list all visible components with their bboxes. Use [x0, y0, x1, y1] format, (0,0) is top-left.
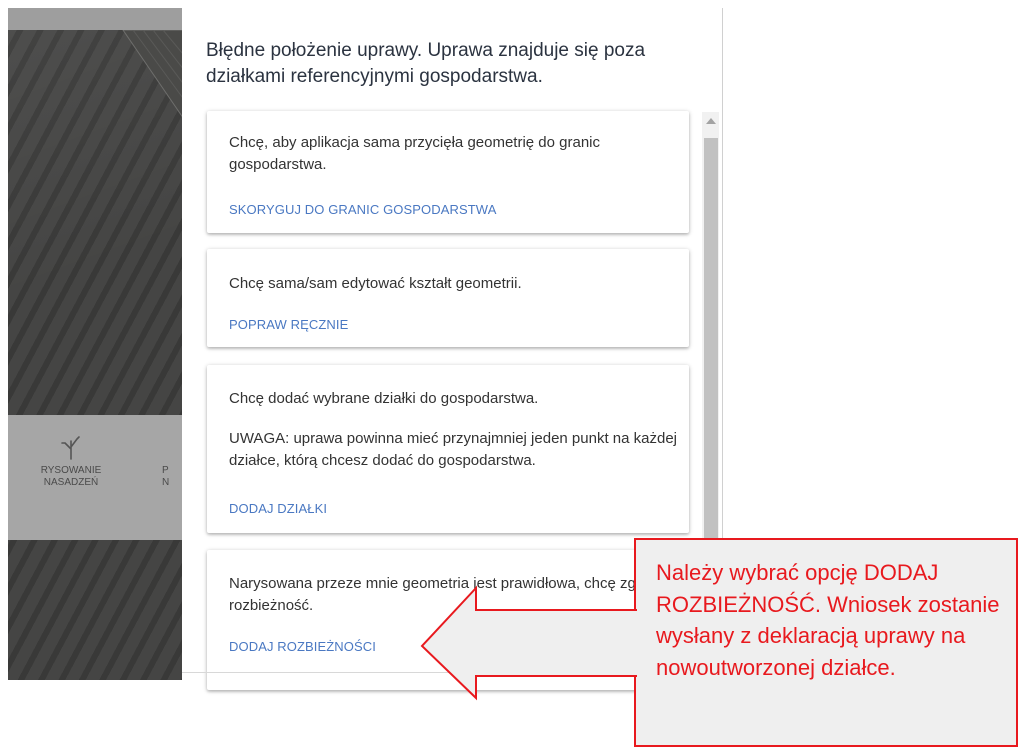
option-description: Chcę sama/sam edytować kształt geometrii… [229, 275, 522, 292]
callout-text: Należy wybrać opcję DODAJ ROZBIEŻNOŚĆ. W… [656, 560, 1000, 680]
panel-border [722, 8, 723, 538]
tool-second[interactable]: P N [134, 415, 182, 540]
map-toolbar: RYSOWANIE NASADZEŃ P N [8, 415, 182, 540]
tool-planting-drawing[interactable]: RYSOWANIE NASADZEŃ [8, 415, 134, 540]
tool-planting-label: RYSOWANIE NASADZEŃ [40, 465, 102, 488]
option-description: Chcę dodać wybrane działki do gospodarst… [229, 390, 539, 407]
clip-to-farm-button[interactable]: SKORYGUJ DO GRANIC GOSPODARSTWA [229, 202, 496, 217]
option-description: Narysowana przeze mnie geometria jest pr… [229, 575, 666, 614]
scroll-up-arrow-icon[interactable] [706, 118, 716, 124]
add-discrepancy-button[interactable]: DODAJ ROZBIEŻNOŚCI [229, 639, 376, 654]
map-view[interactable]: RYSOWANIE NASADZEŃ P N [8, 8, 182, 680]
plant-icon [61, 436, 80, 460]
option-card-discrepancy: Narysowana przeze mnie geometria jest pr… [207, 550, 689, 690]
option-card-clip: Chcę, aby aplikacja sama przycięła geome… [207, 111, 689, 233]
fix-manually-button[interactable]: POPRAW RĘCZNIE [229, 317, 348, 332]
map-field-boundary [122, 30, 182, 118]
tool-second-label: P N [162, 465, 170, 488]
dialog-title: Błędne położenie uprawy. Uprawa znajduje… [206, 40, 646, 87]
option-card-manual: Chcę sama/sam edytować kształt geometrii… [207, 249, 689, 347]
panel-border [182, 672, 634, 673]
option-card-add-parcels: Chcę dodać wybrane działki do gospodarst… [207, 365, 689, 533]
callout-box: Należy wybrać opcję DODAJ ROZBIEŻNOŚĆ. W… [634, 538, 1018, 747]
map-top-strip [8, 8, 182, 30]
add-parcels-button[interactable]: DODAJ DZIAŁKI [229, 501, 327, 516]
option-description: Chcę, aby aplikacja sama przycięła geome… [229, 134, 601, 173]
option-warning: UWAGA: uprawa powinna mieć przynajmniej … [229, 430, 678, 469]
